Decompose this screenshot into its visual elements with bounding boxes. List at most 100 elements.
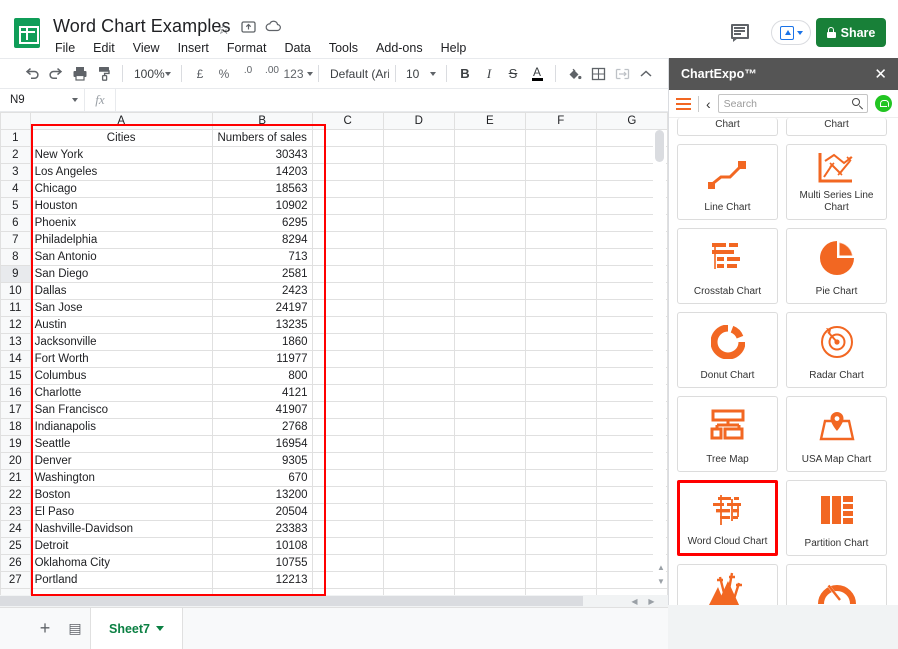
zoom-selector[interactable]: 100% (129, 61, 175, 87)
row-header-9[interactable]: 9 (0, 265, 31, 283)
cell-sales[interactable]: 2768 (211, 418, 313, 436)
cell-empty[interactable] (382, 452, 455, 470)
merge-cells-icon[interactable] (610, 61, 634, 87)
cell-empty[interactable] (524, 316, 597, 334)
cell-city[interactable]: Los Angeles (29, 163, 213, 181)
scroll-down-arrow[interactable]: ▼ (655, 576, 667, 587)
cell-sales[interactable]: 4121 (211, 384, 313, 402)
chart-card-multi-series-line-chart[interactable]: Multi Series Line Chart (786, 144, 887, 220)
scroll-up-arrow[interactable]: ▲ (655, 562, 667, 573)
cell-city[interactable]: Washington (29, 469, 213, 487)
menu-insert[interactable]: Insert (176, 40, 211, 56)
cell-empty[interactable] (311, 554, 384, 572)
table-row[interactable]: 12 Austin 13235 (0, 316, 668, 334)
select-all-corner[interactable] (0, 112, 31, 130)
row-header-23[interactable]: 23 (0, 503, 31, 521)
cell-sales[interactable]: 10902 (211, 197, 313, 215)
bold-button[interactable]: B (453, 61, 477, 87)
cell-empty[interactable] (382, 333, 455, 351)
cell-empty[interactable] (311, 571, 384, 589)
table-row[interactable]: 8 San Antonio 713 (0, 248, 668, 266)
cell-empty[interactable] (311, 333, 384, 351)
cell-empty[interactable] (382, 537, 455, 555)
cell-empty[interactable] (311, 384, 384, 402)
cell-empty[interactable] (311, 486, 384, 504)
table-row[interactable]: 25 Detroit 10108 (0, 537, 668, 555)
cell-empty[interactable] (382, 367, 455, 385)
cell-city[interactable]: New York (29, 146, 213, 164)
cell-empty[interactable] (311, 316, 384, 334)
fill-color-icon[interactable] (562, 61, 586, 87)
sheet-tab-sheet7[interactable]: Sheet7 (90, 607, 183, 649)
cell-empty[interactable] (382, 265, 455, 283)
cell-empty[interactable] (453, 231, 526, 249)
cell-sales[interactable]: 713 (211, 248, 313, 266)
cell-empty[interactable] (382, 197, 455, 215)
row-header-24[interactable]: 24 (0, 520, 31, 538)
cell-empty[interactable] (311, 401, 384, 419)
cell-sales[interactable]: 8294 (211, 231, 313, 249)
row-header-2[interactable]: 2 (0, 146, 31, 164)
cell-city[interactable]: Detroit (29, 537, 213, 555)
cell-empty[interactable] (382, 418, 455, 436)
font-selector[interactable]: Default (Ari... (325, 61, 389, 87)
table-row[interactable]: 5 Houston 10902 (0, 197, 668, 215)
cell-sales[interactable]: 13235 (211, 316, 313, 334)
close-icon[interactable]: ✕ (874, 67, 887, 82)
table-row[interactable]: 21 Washington 670 (0, 469, 668, 487)
cell-empty[interactable] (453, 401, 526, 419)
table-row[interactable]: 3 Los Angeles 14203 (0, 163, 668, 181)
cell-empty[interactable] (524, 401, 597, 419)
scrollbar-thumb[interactable] (655, 130, 664, 162)
row-header-5[interactable]: 5 (0, 197, 31, 215)
cell-sales[interactable]: 18563 (211, 180, 313, 198)
cell-empty[interactable] (382, 316, 455, 334)
cell-sales[interactable]: 6295 (211, 214, 313, 232)
row-header-27[interactable]: 27 (0, 571, 31, 589)
strikethrough-button[interactable]: S (501, 61, 525, 87)
table-row[interactable]: 14 Fort Worth 11977 (0, 350, 668, 368)
cell-empty[interactable] (382, 435, 455, 453)
spreadsheet-grid[interactable]: A B C D E F G 1 Cities Numbers of sales 2 Ne… (0, 112, 668, 600)
cell-sales[interactable]: 41907 (211, 401, 313, 419)
cell-empty[interactable] (524, 418, 597, 436)
cell-city[interactable]: Phoenix (29, 214, 213, 232)
cell-empty[interactable] (524, 180, 597, 198)
increase-decimal-button[interactable]: .00 (260, 61, 284, 87)
cell-empty[interactable] (453, 265, 526, 283)
back-icon[interactable]: ‹ (706, 97, 711, 111)
cell-sales[interactable]: 23383 (211, 520, 313, 538)
cell-empty[interactable] (382, 469, 455, 487)
row-header-22[interactable]: 22 (0, 486, 31, 504)
table-row[interactable]: 24 Nashville-Davidson 23383 (0, 520, 668, 538)
borders-icon[interactable] (586, 61, 610, 87)
cell-city[interactable]: Portland (29, 571, 213, 589)
cell-empty[interactable] (453, 503, 526, 521)
font-size-selector[interactable]: 10 (402, 61, 440, 87)
cell-sales[interactable]: 11977 (211, 350, 313, 368)
cell-empty[interactable] (382, 554, 455, 572)
cell-empty[interactable] (453, 384, 526, 402)
move-to-folder-icon[interactable] (241, 20, 256, 34)
cell-empty[interactable] (311, 520, 384, 538)
grid-horizontal-scrollbar[interactable] (0, 595, 668, 607)
cell-sales[interactable]: 1860 (211, 333, 313, 351)
cell-empty[interactable] (453, 571, 526, 589)
cell-header-sales[interactable]: Numbers of sales (211, 129, 313, 147)
cell-empty[interactable] (453, 248, 526, 266)
cell-sales[interactable]: 24197 (211, 299, 313, 317)
cell-city[interactable]: San Antonio (29, 248, 213, 266)
cell-empty[interactable] (524, 435, 597, 453)
cell-empty[interactable] (524, 367, 597, 385)
menu-format[interactable]: Format (225, 40, 269, 56)
row-header-21[interactable]: 21 (0, 469, 31, 487)
add-sheet-button[interactable]: + (30, 618, 60, 639)
table-row[interactable]: 18 Indianapolis 2768 (0, 418, 668, 436)
cell-empty[interactable] (311, 435, 384, 453)
row-header-15[interactable]: 15 (0, 367, 31, 385)
chart-card-usa-map-chart[interactable]: USA Map Chart (786, 396, 887, 472)
scrollbar-track[interactable] (655, 130, 664, 585)
chart-gallery[interactable]: Chart Chart Line Chart Multi Series Line Ch… (669, 118, 898, 649)
cell-empty[interactable] (524, 452, 597, 470)
cell-sales[interactable]: 9305 (211, 452, 313, 470)
